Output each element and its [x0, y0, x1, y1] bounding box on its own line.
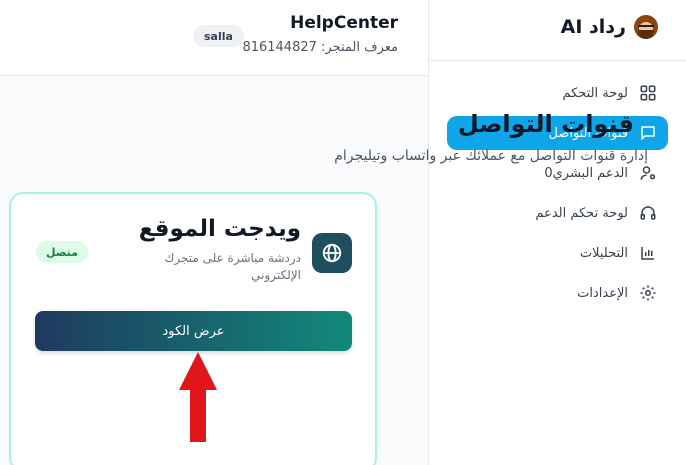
grid-icon	[638, 83, 658, 103]
card-title: ويدجت الموقع	[138, 216, 301, 242]
sidebar: رداد AI لوحة التحكم قنوات التواصل الدعم …	[428, 0, 686, 465]
platform-badge: salla	[193, 25, 244, 47]
sidebar-divider	[429, 60, 686, 61]
sidebar-item-label: الدعم البشري0	[544, 165, 628, 181]
sidebar-item-settings[interactable]: الإعدادات	[447, 276, 668, 310]
page-subtitle: إدارة قنوات التواصل مع عملائك عبر واتساب…	[334, 148, 648, 164]
sidebar-item-analytics[interactable]: التحليلات	[447, 236, 668, 270]
sidebar-item-dashboard[interactable]: لوحة التحكم	[447, 76, 668, 110]
show-code-button[interactable]: عرض الكود	[35, 311, 352, 351]
page-title: قنوات التواصل	[457, 110, 634, 138]
globe-icon	[312, 233, 352, 273]
store-name: HelpCenter	[290, 13, 398, 33]
sidebar-item-label: التحليلات	[579, 245, 628, 261]
gear-icon	[638, 283, 658, 303]
brand-avatar-icon	[634, 15, 658, 39]
sidebar-item-support-dashboard[interactable]: لوحة تحكم الدعم	[447, 196, 668, 230]
bar-chart-icon	[638, 243, 658, 263]
store-id: معرف المتجر: 816144827	[242, 40, 398, 55]
headphones-icon	[638, 203, 658, 223]
card-description: دردشة مباشرة على متجرك الإلكتروني	[164, 251, 301, 282]
status-badge: متصل	[36, 241, 88, 263]
brand[interactable]: رداد AI	[561, 12, 658, 42]
brand-title: رداد AI	[560, 16, 626, 38]
sidebar-item-label: لوحة تحكم الدعم	[535, 205, 628, 221]
chat-icon	[638, 123, 658, 143]
sidebar-item-label: الإعدادات	[577, 285, 628, 301]
user-gear-icon	[638, 163, 658, 183]
sidebar-item-label: لوحة التحكم	[562, 85, 628, 101]
arrow-up-icon	[179, 352, 217, 442]
store-header: HelpCenter معرف المتجر: 816144827 salla	[0, 0, 428, 76]
